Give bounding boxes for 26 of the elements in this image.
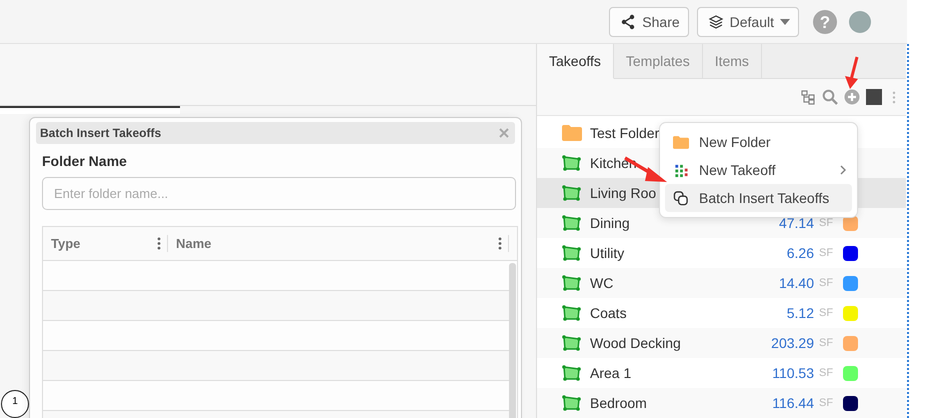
takeoff-name: Test Folder bbox=[590, 125, 660, 141]
takeoff-quantity: 116.44 bbox=[772, 395, 814, 411]
takeoff-name: WC bbox=[590, 275, 614, 291]
takeoff-quantity: 6.26 bbox=[786, 245, 814, 261]
takeoff-name: Bedroom bbox=[590, 395, 647, 411]
takeoff-name: Coats bbox=[590, 305, 627, 321]
takeoff-name: Dining bbox=[590, 215, 630, 231]
takeoff-name: Utility bbox=[590, 245, 624, 261]
unit-label: SF bbox=[819, 337, 834, 349]
field-label: Folder Name bbox=[42, 153, 128, 169]
takeoff-quantity: 5.12 bbox=[786, 305, 814, 321]
takeoff-quantity: 14.40 bbox=[778, 275, 814, 291]
unit-label: SF bbox=[819, 277, 834, 289]
unit-label: SF bbox=[819, 307, 834, 319]
unit-label: SF bbox=[819, 397, 834, 409]
unit-label: SF bbox=[819, 217, 834, 229]
unit-label: SF bbox=[819, 247, 834, 259]
takeoff-quantity: 203.29 bbox=[771, 335, 814, 351]
dialog-title: Batch Insert Takeoffs bbox=[40, 126, 162, 140]
takeoff-name: Wood Decking bbox=[590, 335, 681, 351]
takeoff-quantity: 110.53 bbox=[772, 365, 814, 381]
takeoff-name: Area 1 bbox=[590, 365, 632, 381]
unit-label: SF bbox=[819, 367, 834, 379]
takeoff-name: Living Roo bbox=[590, 185, 656, 201]
sheet-marker: 1 bbox=[1, 390, 29, 418]
takeoff-quantity: 47.14 bbox=[778, 215, 814, 231]
